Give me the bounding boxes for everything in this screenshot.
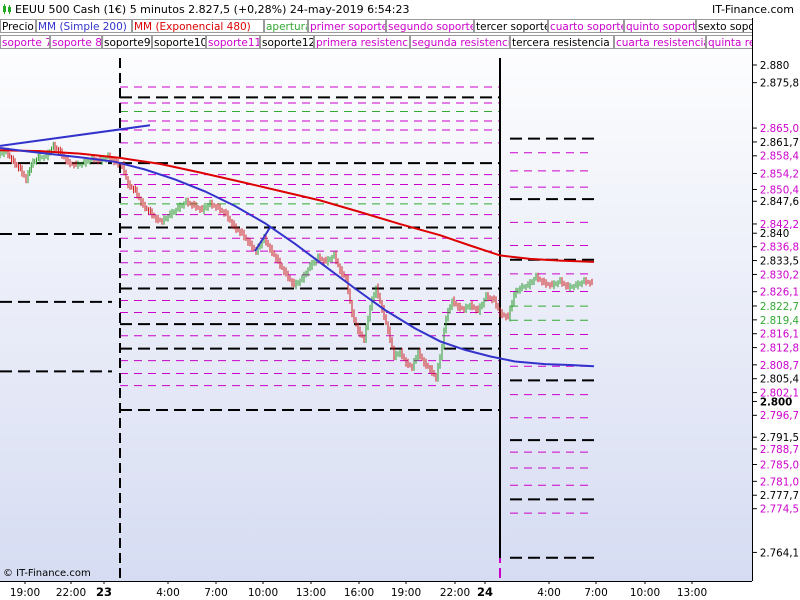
legend-item-6[interactable]: soporte12 [260,35,314,49]
legend-item-1[interactable]: soporte 7 [0,35,50,49]
x-tick-label: 7:00 [584,587,608,599]
legend-item-5[interactable]: soporte11 [206,35,260,49]
y-tick-label: 2.764,1 [760,547,799,559]
y-tick-label: 2.785,0 [760,459,799,471]
x-tick-label: 24 [477,585,493,599]
y-tick-label: 2.822,7 [760,301,799,313]
x-tick-label: 23 [96,585,112,599]
legend-item-4[interactable]: apertura [264,19,308,33]
x-tick-label: 22:00 [440,587,470,599]
y-tick-label: 2.847,6 [760,196,799,208]
y-tick-label: 2.875,8 [760,78,799,90]
brand-label: IT-Finance.com [712,3,794,16]
y-tick-label: 2.812,8 [760,343,799,355]
x-tick-label: 10:00 [248,587,278,599]
y-tick-label: 2.805,4 [760,374,799,386]
y-tick-label: 2.808,7 [760,360,799,372]
y-tick-label: 2.833,5 [760,255,799,267]
x-tick-label: 13:00 [296,587,326,599]
x-tick-label: 19:00 [10,587,40,599]
legend-item-10[interactable]: cuarta resistencia [614,35,706,49]
legend-item-3[interactable]: soporte9 [102,35,152,49]
x-tick-label: 4:00 [537,587,561,599]
chart-header: EEUU 500 Cash (1€) 5 minutos 2.827,5 (+0… [0,0,800,18]
x-tick-label: 19:00 [391,587,421,599]
y-tick-label: 2.840 [760,228,789,240]
y-tick-label: 2.800 [760,396,792,408]
y-tick-label: 2.796,7 [760,410,799,422]
legend-item-2[interactable]: MM (Simple 200) [36,19,132,33]
y-tick-label: 2.774,5 [760,504,799,516]
legend-item-2[interactable]: soporte 8 [50,35,102,49]
y-tick-label: 2.816,1 [760,329,799,341]
chart-title: EEUU 500 Cash (1€) 5 minutos 2.827,5 (+0… [15,3,410,16]
y-tick-label: 2.788,7 [760,444,799,456]
price-axis: 2.880 2.875,8 2.865,0 2.861,7 2.858,4 2.854,2… [752,18,800,581]
legend-item-7[interactable]: primera resistencia [314,35,410,49]
x-tick-label: 7:00 [204,587,228,599]
copyright-label: © IT-Finance.com [3,568,91,579]
legend-item-8[interactable]: cuarto soporte [548,19,624,33]
legend-item-9[interactable]: tercera resistencia [510,35,614,49]
y-tick-label: 2.836,8 [760,242,799,254]
legend-item-8[interactable]: segunda resistencia [410,35,510,49]
y-tick-label: 2.826,1 [760,287,799,299]
y-tick-label: 2.850,4 [760,184,799,196]
time-axis: 19:00 22:00 23 4:00 7:00 10:00 13:00 16:00 19:00… [0,581,800,600]
legend-item-3[interactable]: MM (Exponencial 480) [132,19,264,33]
x-tick-label: 16:00 [344,587,374,599]
y-tick-label: 2.854,2 [760,168,799,180]
candlestick-icon [3,4,11,14]
y-tick-label: 2.777,7 [760,490,799,502]
x-tick-label: 10:00 [630,587,660,599]
legend-item-4[interactable]: soporte10 [152,35,206,49]
x-tick-label: 22:00 [56,587,86,599]
price-chart-plot[interactable] [0,18,752,581]
legend-item-9[interactable]: quinto soporte [624,19,696,33]
y-tick-label: 2.865,0 [760,123,799,135]
y-tick-label: 2.819,4 [760,315,799,327]
x-tick-label: 13:00 [677,587,707,599]
y-tick-label: 2.781,0 [760,476,799,488]
legend-item-1[interactable]: Precio [0,19,36,33]
legend-item-6[interactable]: segundo soporte [386,19,474,33]
legend-item-7[interactable]: tercer soporte [474,19,548,33]
plot-background [0,18,752,581]
y-tick-label: 2.880 [760,60,789,72]
x-tick-label: 4:00 [156,587,180,599]
legend-item-5[interactable]: primer soporte [308,19,386,33]
y-tick-label: 2.791,5 [760,432,799,444]
y-tick-label: 2.858,4 [760,151,799,163]
y-tick-label: 2.861,7 [760,137,799,149]
y-tick-label: 2.830,2 [760,269,799,281]
